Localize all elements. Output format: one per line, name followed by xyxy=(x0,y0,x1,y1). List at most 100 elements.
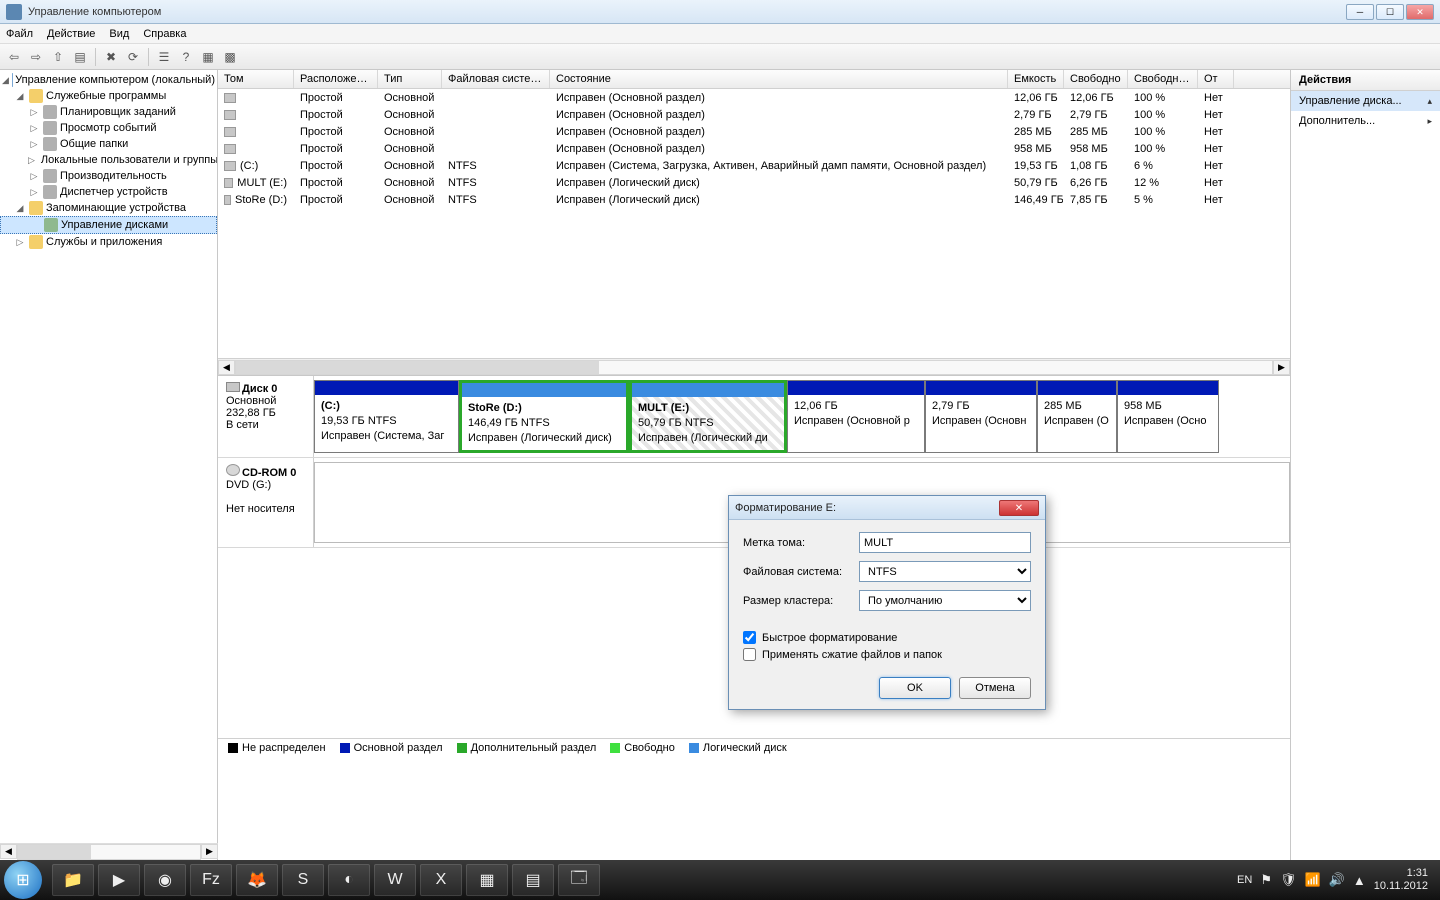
tree-item[interactable]: ▷Планировщик заданий xyxy=(0,104,217,120)
partition[interactable]: (C:)19,53 ГБ NTFSИсправен (Система, Заг xyxy=(314,380,459,453)
tree-root[interactable]: ◢Управление компьютером (локальный) xyxy=(0,72,217,88)
format-dialog: Форматирование E: ✕ Метка тома: Файловая… xyxy=(728,495,1046,710)
cancel-button[interactable]: Отмена xyxy=(959,677,1031,699)
partition[interactable]: MULT (E:)50,79 ГБ NTFSИсправен (Логическ… xyxy=(629,380,787,453)
partition-header xyxy=(1118,381,1218,395)
close-button[interactable]: ✕ xyxy=(1406,4,1434,20)
menu-help[interactable]: Справка xyxy=(143,28,186,40)
volume-row[interactable]: ПростойОсновнойИсправен (Основной раздел… xyxy=(218,140,1290,157)
partition-header xyxy=(1038,381,1116,395)
tray-flag-icon[interactable]: ⚑ xyxy=(1260,872,1272,888)
cdrom-info: CD-ROM 0 DVD (G:) Нет носителя xyxy=(218,458,314,547)
partition-header xyxy=(632,383,784,397)
col-fs[interactable]: Файловая система xyxy=(442,70,550,88)
tree-group-tools[interactable]: ◢Служебные программы xyxy=(0,88,217,104)
taskbar-chrome-icon[interactable]: ◐ xyxy=(328,864,370,896)
select-filesystem[interactable]: NTFS xyxy=(859,561,1031,582)
partition[interactable]: 12,06 ГБИсправен (Основной р xyxy=(787,380,925,453)
tree-item[interactable]: ▷Локальные пользователи и группы xyxy=(0,152,217,168)
window-titlebar: Управление компьютером ─ ☐ ✕ xyxy=(0,0,1440,24)
taskbar-word-icon[interactable]: W xyxy=(374,864,416,896)
tb-diskview2-icon[interactable]: ▩ xyxy=(220,47,240,67)
legend: Не распределен Основной раздел Дополните… xyxy=(218,738,1290,758)
menu-file[interactable]: Файл xyxy=(6,28,33,40)
tree-item[interactable]: ▷Общие папки xyxy=(0,136,217,152)
tree-item[interactable]: ▷Производительность xyxy=(0,168,217,184)
taskbar-clock[interactable]: 1:31 10.11.2012 xyxy=(1374,867,1428,893)
tree-item[interactable]: ▷Просмотр событий xyxy=(0,120,217,136)
volume-row[interactable]: (C:)ПростойОсновнойNTFSИсправен (Система… xyxy=(218,157,1290,174)
dialog-titlebar[interactable]: Форматирование E: ✕ xyxy=(729,496,1045,520)
volume-row[interactable]: MULT (E:)ПростойОсновнойNTFSИсправен (Ло… xyxy=(218,174,1290,191)
tb-properties-icon[interactable]: ▤ xyxy=(70,47,90,67)
disk-row-disk0[interactable]: Диск 0 Основной 232,88 ГБ В сети (C:)19,… xyxy=(218,376,1290,458)
volume-row[interactable]: ПростойОсновнойИсправен (Основной раздел… xyxy=(218,89,1290,106)
col-layout[interactable]: Расположение xyxy=(294,70,378,88)
menu-action[interactable]: Действие xyxy=(47,28,95,40)
tb-forward-icon[interactable]: ⇨ xyxy=(26,47,46,67)
tb-delete-icon[interactable]: ✖ xyxy=(101,47,121,67)
col-type[interactable]: Тип xyxy=(378,70,442,88)
partition[interactable]: 285 МБИсправен (О xyxy=(1037,380,1117,453)
tb-refresh-icon[interactable]: ⟳ xyxy=(123,47,143,67)
checkbox-quick-format[interactable] xyxy=(743,631,756,644)
col-tom[interactable]: Том xyxy=(218,70,294,88)
tray-network-icon[interactable]: 📶 xyxy=(1305,872,1321,888)
volume-row[interactable]: StoRe (D:)ПростойОсновнойNTFSИсправен (Л… xyxy=(218,191,1290,208)
dialog-close-button[interactable]: ✕ xyxy=(999,500,1039,516)
ok-button[interactable]: OK xyxy=(879,677,951,699)
taskbar-skype-icon[interactable]: S xyxy=(282,864,324,896)
volume-hscrollbar[interactable]: ◀▶ xyxy=(218,358,1290,375)
start-button[interactable]: ⊞ xyxy=(4,861,42,899)
tb-back-icon[interactable]: ⇦ xyxy=(4,47,24,67)
actions-disk-management[interactable]: Управление диска...▴ xyxy=(1291,91,1440,111)
actions-more[interactable]: Дополнитель...▸ xyxy=(1291,111,1440,131)
tree-item[interactable]: ▷Диспетчер устройств xyxy=(0,184,217,200)
tree-group-services[interactable]: ▷Службы и приложения xyxy=(0,234,217,250)
tray-up-icon[interactable]: ▲ xyxy=(1353,873,1366,888)
system-tray: EN ⚑ 🛡 📶 🔊 ▲ 1:31 10.11.2012 xyxy=(1237,867,1436,893)
tree-item-disk-management[interactable]: Управление дисками xyxy=(0,216,217,234)
language-indicator[interactable]: EN xyxy=(1237,874,1252,886)
tray-shield-icon[interactable]: 🛡 xyxy=(1280,872,1297,888)
tb-diskview1-icon[interactable]: ▦ xyxy=(198,47,218,67)
taskbar-filezilla-icon[interactable]: Fz xyxy=(190,864,232,896)
tree-hscrollbar[interactable]: ◀▶ xyxy=(0,843,218,860)
col-capacity[interactable]: Емкость xyxy=(1008,70,1064,88)
volume-row[interactable]: ПростойОсновнойИсправен (Основной раздел… xyxy=(218,106,1290,123)
taskbar-excel-icon[interactable]: X xyxy=(420,864,462,896)
tb-up-icon[interactable]: ⇧ xyxy=(48,47,68,67)
taskbar-mmc-icon[interactable]: 🗔 xyxy=(558,864,600,896)
tb-list-icon[interactable]: ☰ xyxy=(154,47,174,67)
tb-help-icon[interactable]: ? xyxy=(176,47,196,67)
select-cluster-size[interactable]: По умолчанию xyxy=(859,590,1031,611)
volume-row[interactable]: ПростойОсновнойИсправен (Основной раздел… xyxy=(218,123,1290,140)
tree-group-storage[interactable]: ◢Запоминающие устройства xyxy=(0,200,217,216)
taskbar-app3-icon[interactable]: ▤ xyxy=(512,864,554,896)
partition[interactable]: 958 МБИсправен (Осно xyxy=(1117,380,1219,453)
col-freepct[interactable]: Свободно % xyxy=(1128,70,1198,88)
minimize-button[interactable]: ─ xyxy=(1346,4,1374,20)
col-status[interactable]: Состояние xyxy=(550,70,1008,88)
menu-view[interactable]: Вид xyxy=(109,28,129,40)
tray-volume-icon[interactable]: 🔊 xyxy=(1329,872,1345,888)
taskbar-media-icon[interactable]: ▶ xyxy=(98,864,140,896)
label-volume-name: Метка тома: xyxy=(743,537,859,549)
checkbox-compression[interactable] xyxy=(743,648,756,661)
col-fault[interactable]: От xyxy=(1198,70,1234,88)
nav-tree[interactable]: ◢Управление компьютером (локальный) ◢Слу… xyxy=(0,70,218,860)
chevron-right-icon: ▸ xyxy=(1427,116,1432,127)
taskbar-app-icon[interactable]: ◉ xyxy=(144,864,186,896)
volume-icon xyxy=(224,144,236,154)
taskbar-firefox-icon[interactable]: 🦊 xyxy=(236,864,278,896)
label-filesystem: Файловая система: xyxy=(743,566,859,578)
partition-header xyxy=(788,381,924,395)
col-free[interactable]: Свободно xyxy=(1064,70,1128,88)
partition[interactable]: StoRe (D:)146,49 ГБ NTFSИсправен (Логиче… xyxy=(459,380,629,453)
maximize-button[interactable]: ☐ xyxy=(1376,4,1404,20)
taskbar-explorer-icon[interactable]: 📁 xyxy=(52,864,94,896)
taskbar-app2-icon[interactable]: ▦ xyxy=(466,864,508,896)
input-volume-name[interactable] xyxy=(859,532,1031,553)
partition[interactable]: 2,79 ГБИсправен (Основн xyxy=(925,380,1037,453)
partition-header xyxy=(315,381,458,395)
